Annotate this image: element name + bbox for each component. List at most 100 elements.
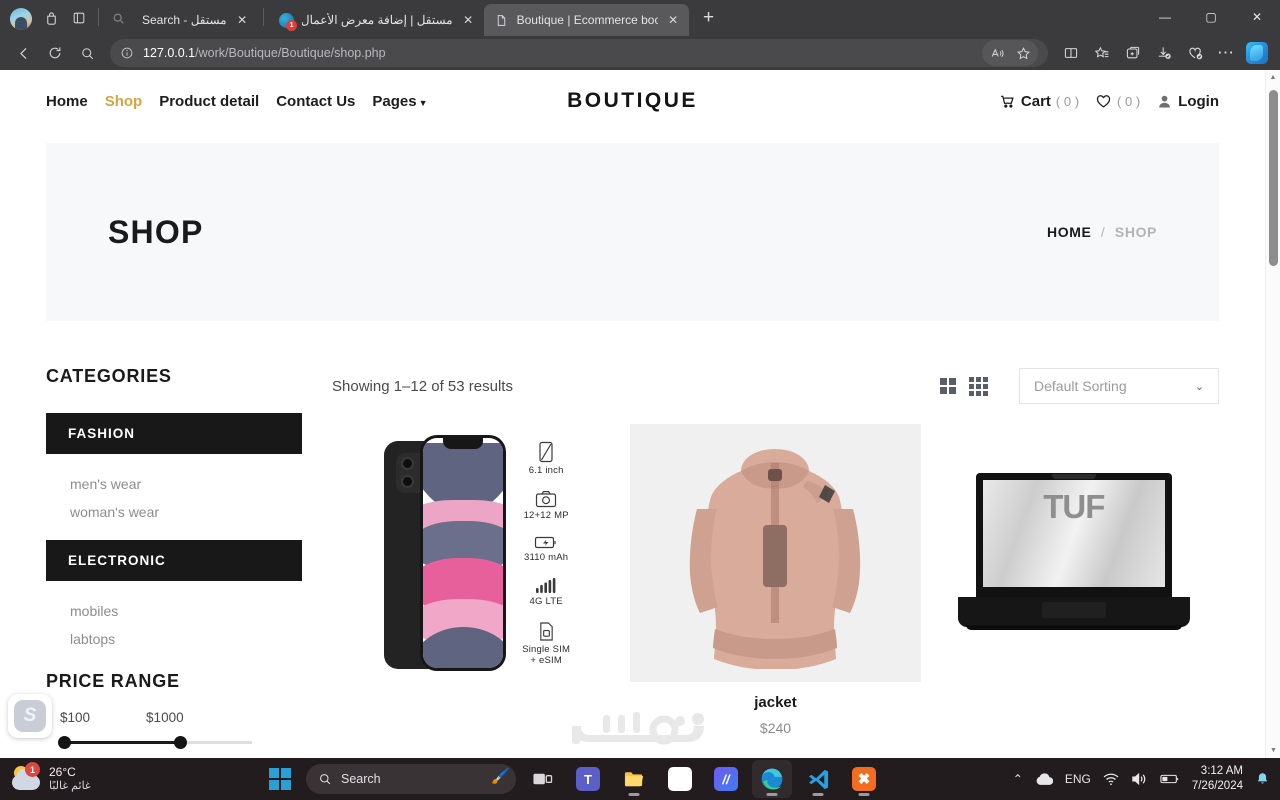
floating-app-button[interactable]: S <box>8 694 52 738</box>
start-button[interactable] <box>260 760 300 798</box>
teams-glyph: T <box>576 767 600 791</box>
grid-2-icon[interactable] <box>940 378 956 394</box>
nav-link-product-detail[interactable]: Product detail <box>159 93 259 110</box>
back-icon[interactable] <box>8 39 38 67</box>
teams-icon[interactable]: T <box>568 760 608 798</box>
tab-close-icon[interactable]: ✕ <box>665 12 682 29</box>
price-range-labels: $100 $1000 <box>46 710 302 725</box>
weather-temperature: 26°C <box>49 764 76 779</box>
add-tab-group-icon[interactable] <box>1118 39 1148 67</box>
search-illustration-icon: 🖌️ <box>491 768 510 785</box>
microsoft-edge-icon[interactable] <box>752 760 792 798</box>
results-toolbar: Showing 1–12 of 53 results Default Sorti… <box>332 366 1219 406</box>
file-explorer-icon[interactable] <box>614 760 654 798</box>
window-minimize-button[interactable]: — <box>1142 0 1188 34</box>
nav-link-pages[interactable]: Pages ▼ <box>372 93 427 110</box>
tab-close-icon[interactable]: ✕ <box>234 12 251 29</box>
grid-3-icon[interactable] <box>969 376 988 396</box>
volume-icon[interactable] <box>1131 772 1148 786</box>
scroll-down-icon[interactable]: ▼ <box>1266 743 1280 758</box>
wishlist-button[interactable]: ( 0 ) <box>1095 93 1140 110</box>
microsoft-store-icon[interactable] <box>660 760 700 798</box>
price-range-slider[interactable] <box>46 735 302 753</box>
task-view-icon[interactable] <box>522 760 562 798</box>
window-maximize-button[interactable]: ▢ <box>1188 0 1234 34</box>
address-bar[interactable]: 127.0.0.1/work/Boutique/Boutique/shop.ph… <box>110 39 1048 67</box>
favorite-star-icon[interactable] <box>1010 41 1036 65</box>
downloads-icon[interactable] <box>1149 39 1179 67</box>
language-indicator[interactable]: ENG <box>1065 772 1091 786</box>
browser-essentials-icon[interactable] <box>1180 39 1210 67</box>
category-link-mobiles[interactable]: mobiles <box>46 597 302 625</box>
more-options-icon[interactable]: ⋯ <box>1211 39 1241 67</box>
read-aloud-icon[interactable] <box>984 41 1010 65</box>
search-icon[interactable] <box>72 39 102 67</box>
onedrive-cloud-icon[interactable] <box>1035 772 1053 786</box>
jacket-illustration <box>690 449 861 669</box>
scrollbar-thumb[interactable] <box>1269 90 1278 266</box>
login-button[interactable]: Login <box>1156 93 1219 110</box>
taskbar-search-box[interactable]: Search 🖌️ <box>306 764 516 794</box>
main-navigation: Home Shop Product detail Contact Us Page… <box>46 93 428 110</box>
profile-avatar[interactable] <box>10 8 32 30</box>
browser-tab-1[interactable]: مستقل - Search ✕ <box>132 4 258 36</box>
shop-sidebar: CATEGORIES FASHION men's wear woman's we… <box>46 366 302 753</box>
category-heading-electronic[interactable]: ELECTRONIC <box>46 540 302 581</box>
window-close-button[interactable]: ✕ <box>1234 0 1280 34</box>
browser-tab-2[interactable]: مستقل | إضافة معرض الأعمال (1) ✕ <box>269 4 484 36</box>
xampp-glyph: ✖ <box>852 767 876 791</box>
product-card-iphone[interactable]: 6.1 inch 12+12 MP 3110 mAh 4G LTE Single… <box>332 424 622 736</box>
cart-button[interactable]: Cart ( 0 ) <box>999 93 1079 110</box>
xampp-icon[interactable]: ✖ <box>844 760 884 798</box>
site-info-icon[interactable] <box>120 46 134 60</box>
url-path: /work/Boutique/Boutique/shop.php <box>195 46 386 60</box>
category-link-womans-wear[interactable]: woman's wear <box>46 498 302 526</box>
nav-link-home[interactable]: Home <box>46 93 88 110</box>
tab-close-icon[interactable]: ✕ <box>460 12 477 29</box>
collections-star-icon[interactable] <box>1087 39 1117 67</box>
tray-overflow-icon[interactable]: ⌃ <box>1013 772 1023 786</box>
breadcrumb-home[interactable]: HOME <box>1047 224 1091 240</box>
windows-taskbar: 1 26°C غائم غالبًا Search 🖌️ T // ✖ ⌃ EN… <box>0 758 1280 800</box>
floating-app-icon: S <box>14 700 46 732</box>
page-scrollbar[interactable]: ▲ ▼ <box>1265 70 1280 758</box>
price-range-title: PRICE RANGE <box>46 671 180 691</box>
copilot-icon[interactable] <box>1242 39 1272 67</box>
product-card-laptop[interactable]: TUF <box>929 424 1219 736</box>
refresh-icon[interactable] <box>40 39 70 67</box>
weather-description: غائم غالبًا <box>49 779 91 792</box>
page-title: SHOP <box>108 213 204 250</box>
split-screen-icon[interactable] <box>1056 39 1086 67</box>
wifi-icon[interactable] <box>1103 773 1119 786</box>
scroll-up-icon[interactable]: ▲ <box>1266 70 1280 85</box>
product-card-jacket[interactable]: jacket $240 <box>630 424 921 736</box>
product-image-laptop: TUF <box>929 424 1219 682</box>
tab-divider <box>98 8 99 26</box>
tab-actions-icon[interactable] <box>37 4 65 32</box>
windows-logo-icon <box>269 768 291 790</box>
slider-knob-max[interactable] <box>174 736 187 749</box>
vertical-tabs-icon[interactable] <box>65 4 93 32</box>
tab-title: مستقل | إضافة معرض الأعمال (1) <box>301 13 453 27</box>
sorting-dropdown[interactable]: Default Sorting ⌄ <box>1019 368 1219 404</box>
new-tab-button[interactable]: + <box>695 4 723 32</box>
nav-link-contact-us[interactable]: Contact Us <box>276 93 355 110</box>
url-host: 127.0.0.1 <box>143 46 196 60</box>
vs-code-icon[interactable] <box>798 760 838 798</box>
notification-bell-icon[interactable] <box>1255 772 1270 787</box>
nav-link-shop[interactable]: Shop <box>105 93 143 110</box>
category-link-mens-wear[interactable]: men's wear <box>46 470 302 498</box>
taskbar-clock[interactable]: 3:12 AM 7/26/2024 <box>1192 764 1243 794</box>
category-link-labtops[interactable]: labtops <box>46 625 302 653</box>
store-glyph <box>668 767 692 791</box>
clock-time: 3:12 AM <box>1200 765 1243 778</box>
taskbar-weather-widget[interactable]: 1 26°C غائم غالبًا <box>0 762 260 794</box>
slider-knob-min[interactable] <box>58 736 71 749</box>
battery-icon[interactable] <box>1160 773 1180 785</box>
breadcrumb: HOME / SHOP <box>1047 224 1157 240</box>
filmora-icon[interactable]: // <box>706 760 746 798</box>
category-heading-fashion[interactable]: FASHION <box>46 413 302 454</box>
iphone-spec-list: 6.1 inch 12+12 MP 3110 mAh 4G LTE Single… <box>522 441 570 666</box>
tab-search-icon[interactable] <box>104 4 132 32</box>
browser-tab-3-active[interactable]: Boutique | Ecommerce bootstrap ✕ <box>483 4 689 36</box>
